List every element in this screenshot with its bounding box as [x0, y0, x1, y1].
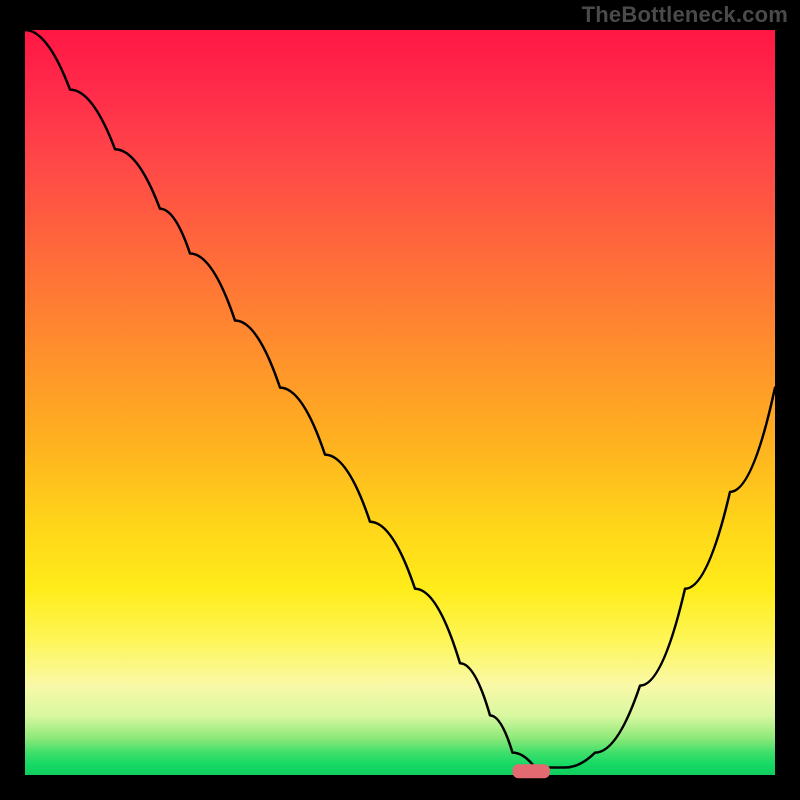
bottleneck-curve-path	[25, 30, 775, 768]
optimum-marker	[513, 764, 551, 778]
chart-frame: TheBottleneck.com	[0, 0, 800, 800]
watermark-text: TheBottleneck.com	[582, 2, 788, 28]
plot-area	[25, 30, 775, 775]
curve-svg	[25, 30, 775, 775]
